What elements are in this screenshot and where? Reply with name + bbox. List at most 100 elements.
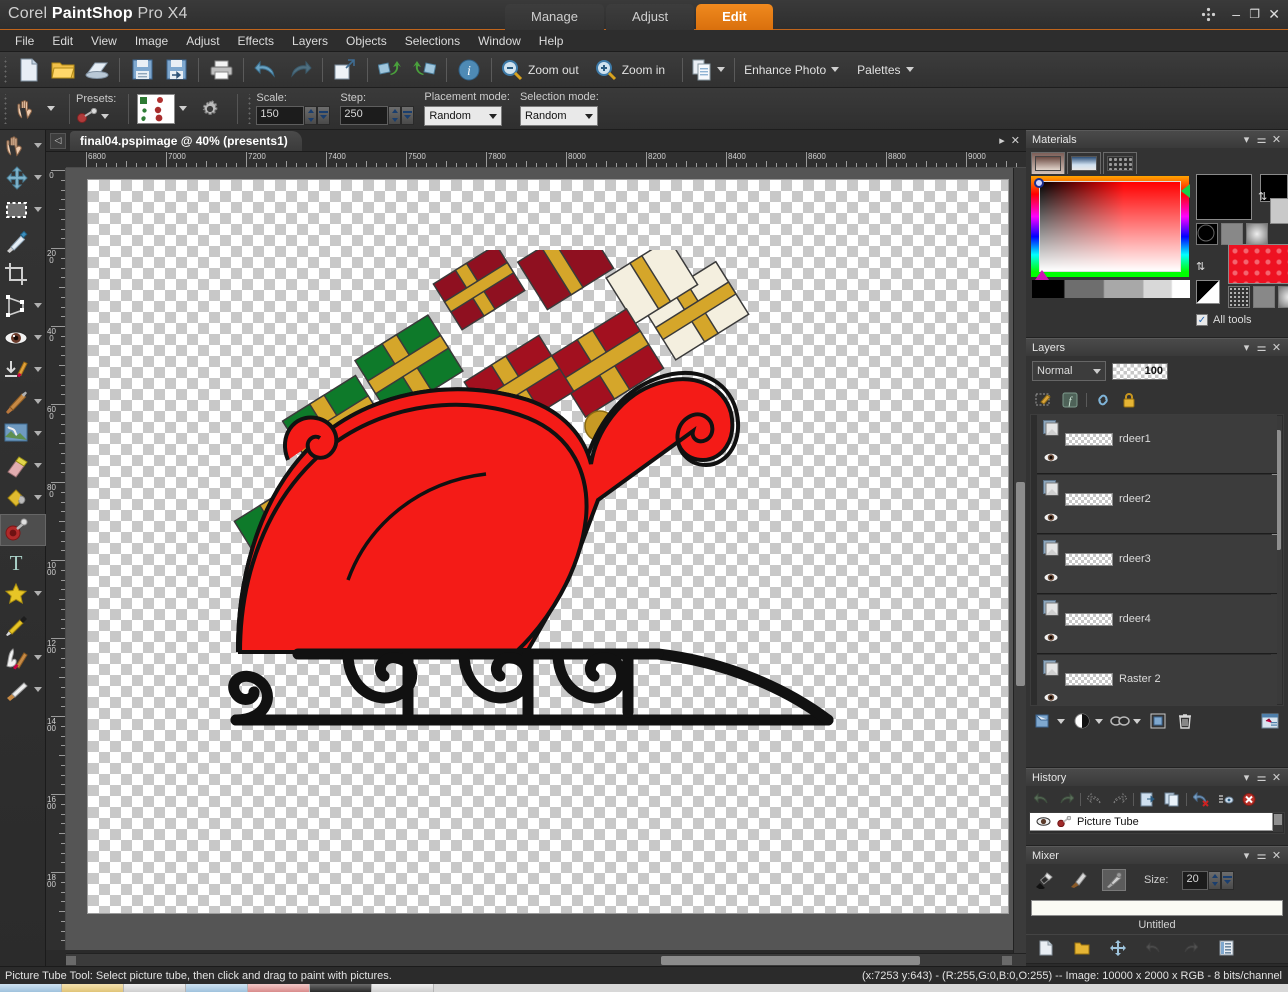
bg-gradient-button[interactable] — [1253, 286, 1275, 308]
layer-row[interactable]: rdeer1 — [1037, 415, 1277, 474]
new-raster-layer-icon[interactable] — [1034, 391, 1054, 409]
history-list[interactable]: Picture Tube Picture Tube — [1029, 812, 1285, 834]
background-secondary-swatch[interactable] — [1270, 198, 1288, 224]
tool-flyout-chevron-icon[interactable] — [34, 463, 42, 468]
layers-menu-icon[interactable]: ▾ — [1239, 341, 1254, 354]
mixer-size-spinner[interactable] — [1208, 870, 1222, 890]
document-tab[interactable]: final04.pspimage @ 40% (presents1) — [70, 130, 302, 151]
tool-flyout-chevron-icon[interactable] — [34, 303, 42, 308]
mixer-redo-icon[interactable] — [1180, 939, 1200, 957]
history-delete-icon[interactable] — [1239, 790, 1259, 808]
taskbar-item[interactable] — [62, 984, 124, 992]
history-visibility-icon[interactable] — [1036, 833, 1051, 834]
foreground-swatch[interactable] — [1196, 174, 1252, 220]
undo-icon[interactable] — [249, 55, 283, 85]
chevron-down-icon[interactable] — [1057, 718, 1065, 724]
pen-tool[interactable] — [0, 610, 46, 642]
mixer-menu-icon[interactable]: ▾ — [1239, 849, 1254, 862]
mixer-close-icon[interactable]: ✕ — [1269, 849, 1284, 862]
mixer-dropper-icon[interactable] — [1102, 869, 1126, 891]
layer-row[interactable]: Raster 2 — [1037, 655, 1277, 705]
grayscale-ramp[interactable] — [1032, 280, 1190, 298]
scale-input[interactable]: 150 — [256, 106, 305, 125]
all-tools-row[interactable]: ✓ All tools — [1196, 314, 1252, 326]
selection-tool[interactable] — [0, 194, 46, 226]
redo-selected-icon[interactable] — [1109, 790, 1129, 808]
lock-icon[interactable] — [1119, 391, 1139, 409]
adjustment-layer-icon[interactable] — [1072, 712, 1092, 730]
menu-item-image[interactable]: Image — [126, 32, 177, 50]
menu-item-view[interactable]: View — [82, 32, 126, 50]
palettes-menu[interactable]: Palettes — [853, 60, 917, 80]
doc-close-button[interactable]: ✕ — [1011, 134, 1020, 147]
new-page-icon[interactable] — [1036, 939, 1056, 957]
mixer-menu-list-icon[interactable] — [1216, 939, 1236, 957]
menu-item-file[interactable]: File — [6, 32, 43, 50]
tab-adjust[interactable]: Adjust — [605, 4, 695, 30]
saturation-value-square[interactable] — [1039, 181, 1181, 272]
active-tool-preview[interactable] — [12, 98, 42, 120]
chevron-down-icon[interactable] — [1133, 718, 1141, 724]
rainbow-tab[interactable] — [1067, 152, 1101, 174]
move-tool[interactable] — [0, 162, 46, 194]
tool-flyout-chevron-icon[interactable] — [34, 207, 42, 212]
layer-visibility-icon[interactable] — [1043, 511, 1059, 524]
fg-gradient-button[interactable] — [1221, 223, 1243, 245]
workspace-icon[interactable] — [1201, 7, 1216, 22]
taskbar-item[interactable] — [186, 984, 248, 992]
presets-chevron-icon[interactable] — [101, 113, 109, 119]
options-grip-2[interactable] — [246, 93, 254, 124]
taskbar-item[interactable] — [310, 984, 372, 992]
color-picker-wheel[interactable] — [1031, 176, 1190, 280]
doc-restore-button[interactable]: ▸ — [999, 134, 1005, 147]
history-item[interactable]: Picture Tube — [1030, 830, 1272, 834]
mixer-brush-icon[interactable] — [1034, 871, 1054, 889]
red-eye-tool[interactable] — [0, 322, 46, 354]
history-scrollbar[interactable] — [1273, 814, 1283, 832]
scanner-icon[interactable] — [80, 55, 114, 85]
step-input[interactable]: 250 — [340, 106, 389, 125]
tool-flyout-chevron-icon[interactable] — [34, 495, 42, 500]
history-options-icon[interactable] — [1215, 790, 1235, 808]
fg-pattern-button[interactable] — [1246, 223, 1268, 245]
menu-item-edit[interactable]: Edit — [43, 32, 82, 50]
layer-row[interactable]: rdeer3 — [1037, 535, 1277, 594]
history-item[interactable]: Picture Tube — [1030, 813, 1273, 831]
new-mask-layer-icon[interactable]: f — [1060, 391, 1080, 409]
history-pin-icon[interactable]: ⚌ — [1254, 771, 1269, 784]
resize-icon[interactable] — [328, 55, 362, 85]
menu-item-help[interactable]: Help — [530, 32, 573, 50]
tool-flyout-chevron-icon[interactable] — [34, 687, 42, 692]
warp-brush-tool[interactable] — [0, 642, 46, 674]
link-icon[interactable] — [1093, 391, 1113, 409]
scrollbar-thumb[interactable] — [661, 956, 921, 965]
canvas-vertical-scrollbar[interactable] — [1013, 168, 1026, 953]
tool-preview-chevron-icon[interactable] — [47, 106, 55, 111]
mixer-pin-icon[interactable]: ⚌ — [1254, 849, 1269, 862]
pattern-preview-swatch[interactable] — [1228, 244, 1288, 284]
frame-tab[interactable] — [1031, 152, 1065, 174]
new-icon[interactable] — [12, 55, 46, 85]
crop-tool[interactable] — [0, 258, 46, 290]
toolbar-grip[interactable] — [2, 56, 9, 83]
perspective-correction-tool[interactable] — [0, 290, 46, 322]
taskbar-item[interactable] — [248, 984, 310, 992]
scroll-right-arrow[interactable] — [1002, 956, 1012, 965]
text-tool[interactable]: T — [0, 546, 46, 578]
swatches-tab[interactable] — [1103, 152, 1137, 174]
history-redo-icon[interactable] — [1056, 790, 1076, 808]
picture-tube-tool[interactable] — [0, 514, 46, 546]
flood-fill-tool[interactable] — [0, 482, 46, 514]
tube-chevron-icon[interactable] — [179, 106, 188, 111]
bg-color-button[interactable] — [1228, 286, 1250, 308]
print-icon[interactable] — [204, 55, 238, 85]
menu-item-layers[interactable]: Layers — [283, 32, 337, 50]
tool-flyout-chevron-icon[interactable] — [34, 335, 42, 340]
tool-flyout-chevron-icon[interactable] — [34, 143, 42, 148]
eraser-tool[interactable] — [0, 450, 46, 482]
save-as-icon[interactable] — [159, 55, 193, 85]
scroll-left-arrow[interactable] — [66, 956, 76, 965]
tool-flyout-chevron-icon[interactable] — [34, 399, 42, 404]
placement-mode-select[interactable]: Random — [424, 106, 503, 126]
menu-item-objects[interactable]: Objects — [337, 32, 396, 50]
